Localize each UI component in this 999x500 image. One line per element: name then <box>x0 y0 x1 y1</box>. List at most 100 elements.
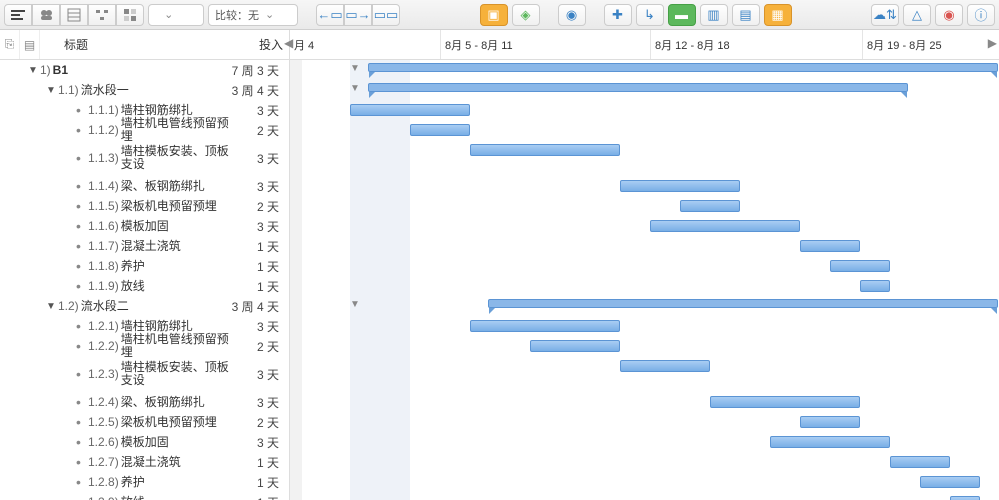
task-bar[interactable] <box>530 340 620 352</box>
record-button[interactable]: ◉ <box>935 4 963 26</box>
task-effort: 1 天 <box>229 474 289 491</box>
task-bar[interactable] <box>860 280 890 292</box>
column-title[interactable]: 标题 <box>40 36 201 53</box>
gantt-row <box>290 120 999 140</box>
summary-caret-icon[interactable]: ▼ <box>350 299 360 310</box>
gantt-row <box>290 472 999 492</box>
add-task-button[interactable]: ✚ <box>604 4 632 26</box>
gantt-row <box>290 392 999 412</box>
view-network-button[interactable] <box>88 4 116 26</box>
task-row[interactable]: •1.2.7) 混凝土浇筑1 天 <box>0 452 289 472</box>
task-row[interactable]: •1.2.9) 放线1 天 <box>0 492 289 500</box>
bullet-icon: • <box>76 258 88 274</box>
task-row[interactable]: •1.2.6) 模板加固3 天 <box>0 432 289 452</box>
gantt-row <box>290 432 999 452</box>
task-bar[interactable] <box>470 320 620 332</box>
warnings-button[interactable]: △ <box>903 4 931 26</box>
task-bar[interactable] <box>470 144 620 156</box>
bullet-icon: • <box>76 218 88 234</box>
schedule-button[interactable]: ▤ <box>732 4 760 26</box>
timeline-header[interactable]: ◀ ▶ 月 48月 5 - 8月 118月 12 - 8月 188月 19 - … <box>290 30 999 59</box>
disclosure-caret[interactable]: ▼ <box>28 65 40 76</box>
task-bar[interactable] <box>800 240 860 252</box>
group-button[interactable]: ▭▭ <box>372 4 400 26</box>
task-row[interactable]: •1.2.2) 墙柱机电管线预留预埋2 天 <box>0 336 289 356</box>
attachment-icon[interactable]: ⎘ <box>0 30 20 59</box>
gantt-row <box>290 316 999 336</box>
disclosure-caret[interactable]: ▼ <box>46 85 58 96</box>
task-bar[interactable] <box>650 220 800 232</box>
task-row[interactable]: •1.1.9) 放线1 天 <box>0 276 289 296</box>
task-bar[interactable] <box>710 396 860 408</box>
task-row[interactable]: •1.2.8) 养护1 天 <box>0 472 289 492</box>
task-bar[interactable] <box>800 416 860 428</box>
info-button[interactable]: ⓘ <box>967 4 995 26</box>
task-effort: 3 周 4 天 <box>229 298 289 315</box>
summary-bar[interactable] <box>488 299 998 308</box>
bullet-icon: • <box>76 338 88 354</box>
task-effort: 2 天 <box>229 122 289 139</box>
columns-header: ⎘ ▤ 标题 投入 ◀ ▶ 月 48月 5 - 8月 118月 12 - 8月 … <box>0 30 999 60</box>
task-row[interactable]: •1.1.6) 模板加固3 天 <box>0 216 289 236</box>
split-button[interactable]: ▥ <box>700 4 728 26</box>
view-table-button[interactable] <box>60 4 88 26</box>
snapshot-button[interactable]: ▣ <box>480 4 508 26</box>
task-title: 放线 <box>121 280 229 293</box>
gantt-row: ▼ <box>290 80 999 100</box>
task-title: 混凝土浇筑 <box>121 240 229 253</box>
task-row[interactable]: •1.1.3) 墙柱模板安装、顶板支设3 天 <box>0 140 289 176</box>
publish-button[interactable]: ◉ <box>558 4 586 26</box>
summary-caret-icon[interactable]: ▼ <box>350 63 360 74</box>
indent-button[interactable]: ▭→ <box>344 4 372 26</box>
gantt-chart[interactable]: ▼ ▼ ▼ <box>290 60 999 500</box>
task-bar[interactable] <box>410 124 470 136</box>
task-index: 1.2.4) <box>88 395 119 409</box>
link-tasks-button[interactable]: ↳ <box>636 4 664 26</box>
task-row[interactable]: •1.1.2) 墙柱机电管线预留预埋2 天 <box>0 120 289 140</box>
task-row[interactable]: •1.2.5) 梁板机电预留预埋2 天 <box>0 412 289 432</box>
task-bar[interactable] <box>620 360 710 372</box>
task-row[interactable]: ▼1) B17 周 3 天 <box>0 60 289 80</box>
task-bar[interactable] <box>830 260 890 272</box>
grid-button[interactable]: ▦ <box>764 4 792 26</box>
task-row[interactable]: •1.1.4) 梁、板钢筋绑扎3 天 <box>0 176 289 196</box>
milestone-button[interactable]: ▬ <box>668 4 696 26</box>
task-bar[interactable] <box>350 104 470 116</box>
bullet-icon: • <box>76 278 88 294</box>
task-bar[interactable] <box>890 456 950 468</box>
timeline-next-button[interactable]: ▶ <box>988 36 997 50</box>
task-index: 1.2.8) <box>88 475 119 489</box>
task-row[interactable]: ▼1.1) 流水段一3 周 4 天 <box>0 80 289 100</box>
filter-dropdown[interactable]: ⌄ <box>148 4 204 26</box>
task-row[interactable]: •1.1.5) 梁板机电预留预埋2 天 <box>0 196 289 216</box>
column-effort[interactable]: 投入 <box>201 36 289 53</box>
gantt-row <box>290 176 999 196</box>
reveal-button[interactable]: ◈ <box>512 4 540 26</box>
task-bar[interactable] <box>920 476 980 488</box>
view-board-button[interactable] <box>116 4 144 26</box>
task-row[interactable]: •1.2.4) 梁、板钢筋绑扎3 天 <box>0 392 289 412</box>
task-bar[interactable] <box>770 436 890 448</box>
view-gantt-button[interactable] <box>4 4 32 26</box>
summary-bar[interactable] <box>368 63 998 72</box>
bullet-icon: • <box>76 178 88 194</box>
note-icon[interactable]: ▤ <box>20 30 40 59</box>
outdent-button[interactable]: ←▭ <box>316 4 344 26</box>
task-row[interactable]: •1.1.8) 养护1 天 <box>0 256 289 276</box>
compare-dropdown[interactable]: 比较：无⌄ <box>208 4 298 26</box>
task-bar[interactable] <box>620 180 740 192</box>
gantt-row <box>290 256 999 276</box>
sync-button[interactable]: ☁⇅ <box>871 4 899 26</box>
task-row[interactable]: •1.1.7) 混凝土浇筑1 天 <box>0 236 289 256</box>
summary-caret-icon[interactable]: ▼ <box>350 83 360 94</box>
task-row[interactable]: •1.2.3) 墙柱模板安装、顶板支设3 天 <box>0 356 289 392</box>
task-effort: 1 天 <box>229 238 289 255</box>
disclosure-caret[interactable]: ▼ <box>46 301 58 312</box>
task-row[interactable]: ▼1.2) 流水段二3 周 4 天 <box>0 296 289 316</box>
task-bar[interactable] <box>950 496 980 500</box>
task-title: 梁板机电预留预埋 <box>121 200 229 213</box>
task-bar[interactable] <box>680 200 740 212</box>
summary-bar[interactable] <box>368 83 908 92</box>
view-resources-button[interactable] <box>32 4 60 26</box>
task-index: 1.1.8) <box>88 259 119 273</box>
